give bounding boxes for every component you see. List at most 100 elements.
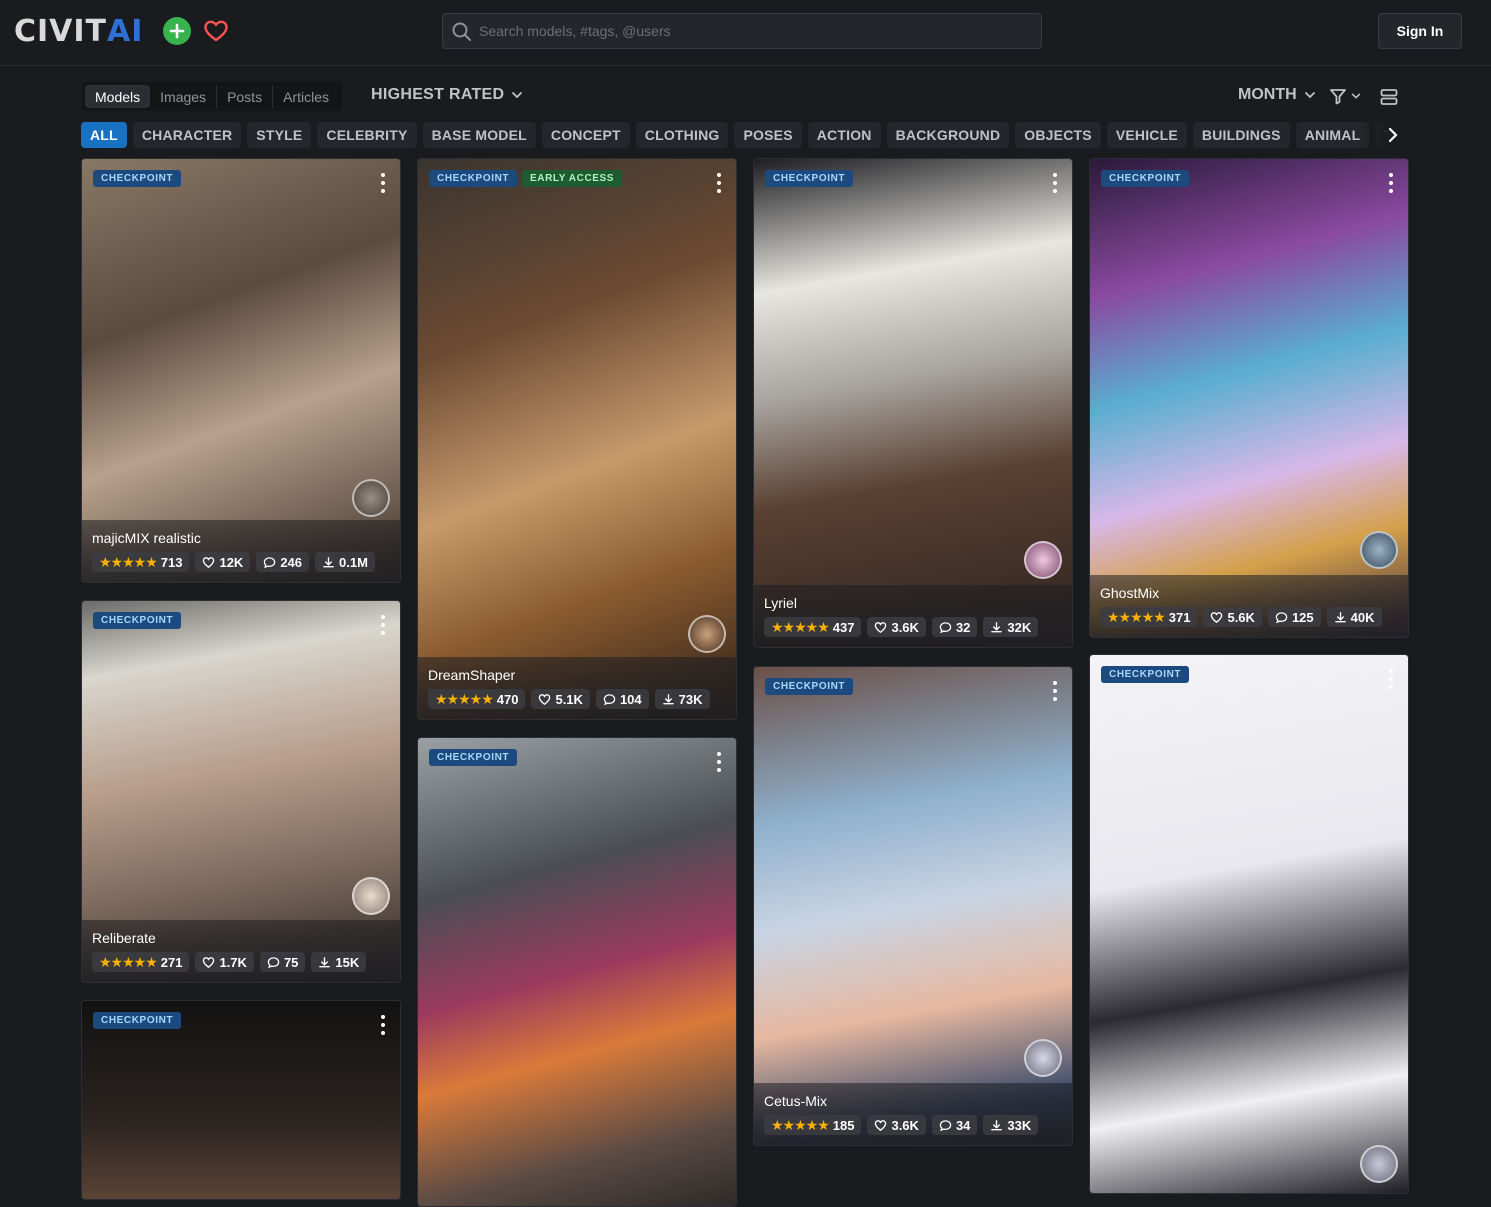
card-menu-button[interactable] xyxy=(1052,173,1058,193)
downloads-pill: 15K xyxy=(311,952,367,972)
filter-icon xyxy=(1330,89,1346,105)
card-menu-button[interactable] xyxy=(380,173,386,193)
model-name: Reliberate xyxy=(92,930,156,946)
tag-clothing[interactable]: CLOTHING xyxy=(635,122,729,148)
like-icon xyxy=(539,693,551,705)
tag-buildings[interactable]: BUILDINGS xyxy=(1192,122,1290,148)
civitai-logo[interactable]: CIVIT AI xyxy=(14,13,143,49)
type-tab-images[interactable]: Images xyxy=(150,85,218,108)
star-rating: ★★★★★ xyxy=(771,618,830,635)
star-rating: ★★★★★ xyxy=(435,690,494,707)
sign-in-button[interactable]: Sign In xyxy=(1378,13,1462,49)
like-icon xyxy=(1211,611,1223,623)
model-card[interactable]: CHECKPOINT majicMIX realistic ★★★★★ 713 12K 2… xyxy=(81,158,401,583)
model-card[interactable]: CHECKPOINT EARLY ACCESS DreamShaper ★★★★★ 47… xyxy=(417,158,737,720)
type-badge: CHECKPOINT xyxy=(1101,170,1190,187)
chevron-down-icon xyxy=(1304,92,1315,99)
rating-count: 437 xyxy=(832,619,855,635)
creator-avatar[interactable] xyxy=(1024,1039,1062,1077)
layout-toggle-button[interactable] xyxy=(1379,87,1399,112)
model-name: Lyriel xyxy=(764,595,797,611)
card-menu-button[interactable] xyxy=(1052,681,1058,701)
tag-concept[interactable]: CONCEPT xyxy=(541,122,630,148)
comment-count: 125 xyxy=(1291,609,1314,625)
tag-all[interactable]: ALL xyxy=(81,122,127,148)
tag-action[interactable]: ACTION xyxy=(807,122,881,148)
card-menu-button[interactable] xyxy=(716,752,722,772)
like-count: 5.6K xyxy=(1227,609,1255,625)
comment-count: 75 xyxy=(283,954,299,970)
type-tab-articles[interactable]: Articles xyxy=(273,85,339,108)
comment-count: 32 xyxy=(955,619,971,635)
model-card[interactable]: CHECKPOINT Lyriel ★★★★★ 437 3.6K 32 32K xyxy=(753,158,1073,648)
tags-scroll-right[interactable] xyxy=(1384,126,1402,149)
type-badge: CHECKPOINT xyxy=(93,170,182,187)
filter-button[interactable] xyxy=(1328,86,1362,106)
download-count: 15K xyxy=(335,954,360,970)
logo-text: CIVIT xyxy=(14,13,108,49)
card-info: DreamShaper ★★★★★ 470 5.1K 104 73K xyxy=(418,657,736,719)
model-card[interactable]: CHECKPOINT xyxy=(417,737,737,1207)
tag-animal[interactable]: ANIMAL xyxy=(1295,122,1370,148)
type-badge: CHECKPOINT xyxy=(429,749,518,766)
model-preview-image xyxy=(82,1001,400,1199)
comments-pill: 34 xyxy=(931,1115,978,1135)
creator-avatar[interactable] xyxy=(352,877,390,915)
card-menu-button[interactable] xyxy=(716,173,722,193)
model-card[interactable]: CHECKPOINT Cetus-Mix ★★★★★ 185 3.6K 34 33K xyxy=(753,666,1073,1146)
sort-dropdown[interactable]: HIGHEST RATED xyxy=(371,86,524,104)
download-count: 40K xyxy=(1350,609,1375,625)
model-card[interactable]: CHECKPOINT xyxy=(81,1000,401,1200)
support-button[interactable] xyxy=(202,17,230,45)
likes-pill: 1.7K xyxy=(195,952,254,972)
tag-background[interactable]: BACKGROUND xyxy=(886,122,1010,148)
likes-pill: 5.6K xyxy=(1203,607,1262,627)
model-card[interactable]: CHECKPOINT xyxy=(1089,654,1409,1194)
download-icon xyxy=(991,621,1003,632)
card-menu-button[interactable] xyxy=(380,615,386,635)
creator-avatar[interactable] xyxy=(688,615,726,653)
rating-pill: ★★★★★ 470 xyxy=(428,689,526,709)
card-menu-button[interactable] xyxy=(1388,173,1394,193)
star-rating: ★★★★★ xyxy=(771,1116,830,1133)
tag-vehicle[interactable]: VEHICLE xyxy=(1106,122,1187,148)
sort-label: HIGHEST RATED xyxy=(371,86,505,103)
create-button[interactable] xyxy=(163,17,191,45)
type-tab-models[interactable]: Models xyxy=(85,85,151,108)
comment-icon xyxy=(1275,611,1288,623)
type-tab-posts[interactable]: Posts xyxy=(217,85,274,108)
rating-count: 470 xyxy=(496,691,519,707)
download-count: 33K xyxy=(1007,1117,1032,1133)
tag-character[interactable]: CHARACTER xyxy=(132,122,242,148)
downloads-pill: 40K xyxy=(1326,607,1382,627)
model-stats: ★★★★★ 371 5.6K 125 40K xyxy=(1100,607,1382,627)
creator-avatar[interactable] xyxy=(1360,1145,1398,1183)
tag-celebrity[interactable]: CELEBRITY xyxy=(317,122,417,148)
tag-poses[interactable]: POSES xyxy=(734,122,802,148)
top-header: CIVITAI Sign In xyxy=(0,0,1491,66)
rating-count: 271 xyxy=(160,954,183,970)
model-card[interactable]: CHECKPOINT GhostMix ★★★★★ 371 5.6K 125 40K xyxy=(1089,158,1409,638)
like-count: 3.6K xyxy=(891,619,919,635)
tag-base-model[interactable]: BASE MODEL xyxy=(422,122,536,148)
model-preview-image xyxy=(754,159,1072,647)
download-count: 0.1M xyxy=(339,554,368,570)
tag-style[interactable]: STYLE xyxy=(247,122,312,148)
type-badge: CHECKPOINT xyxy=(765,170,854,187)
card-menu-button[interactable] xyxy=(1388,669,1394,689)
like-icon xyxy=(203,956,215,968)
comment-icon xyxy=(264,556,276,568)
comments-pill: 125 xyxy=(1267,607,1321,627)
card-menu-button[interactable] xyxy=(380,1015,386,1035)
rating-count: 371 xyxy=(1168,609,1191,625)
early-access-badge: EARLY ACCESS xyxy=(522,170,623,187)
creator-avatar[interactable] xyxy=(1360,531,1398,569)
tag-objects[interactable]: OBJECTS xyxy=(1015,122,1101,148)
downloads-pill: 32K xyxy=(983,617,1039,637)
creator-avatar[interactable] xyxy=(1024,541,1062,579)
search-box[interactable] xyxy=(442,13,1042,49)
search-input[interactable] xyxy=(479,14,1029,48)
model-card[interactable]: CHECKPOINT Reliberate ★★★★★ 271 1.7K 75 15K xyxy=(81,600,401,983)
period-dropdown[interactable]: MONTH xyxy=(1238,86,1317,104)
creator-avatar[interactable] xyxy=(352,479,390,517)
